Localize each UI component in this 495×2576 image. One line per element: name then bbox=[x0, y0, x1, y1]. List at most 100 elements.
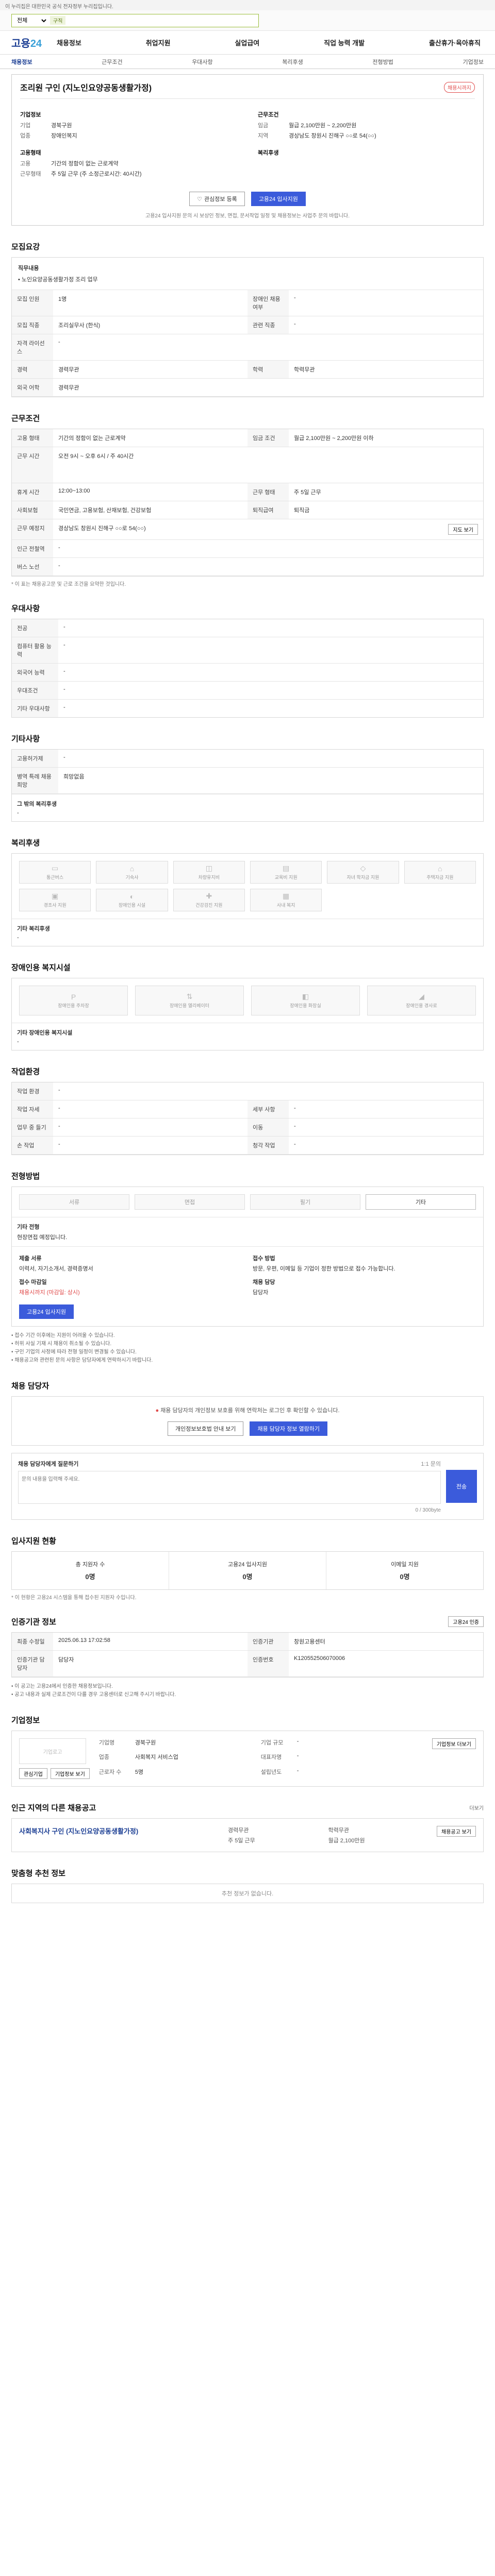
status-heading: 입사지원 현황 bbox=[11, 1537, 56, 1546]
home-fund-icon: ⌂ bbox=[438, 864, 442, 873]
nav-support[interactable]: 취업지원 bbox=[146, 38, 171, 47]
disability-etc: 기타 장애인용 복지시설 - bbox=[12, 1023, 483, 1050]
company-logo: 기업로고 bbox=[19, 1738, 86, 1764]
job-title: 조리원 구인 (지노인요양공동생활가정) bbox=[20, 84, 152, 93]
cell-key: 관련 직종 bbox=[248, 316, 289, 334]
cell-value: - bbox=[63, 686, 65, 692]
cell-key: 컴퓨터 활용 능력 bbox=[12, 637, 58, 663]
cell-key: 외국어 능력 bbox=[12, 664, 58, 681]
env-heading: 작업환경 bbox=[11, 1067, 40, 1076]
privacy-guide-button[interactable]: 개인정보보호법 안내 보기 bbox=[168, 1421, 244, 1436]
cell-key: 인근 전철역 bbox=[12, 540, 53, 558]
save-button[interactable]: ♡ 관심정보 등록 bbox=[189, 192, 245, 206]
company-more-button[interactable]: 기업정보 더보기 bbox=[432, 1738, 476, 1749]
sub-value: - bbox=[17, 935, 19, 941]
footer-spacer bbox=[11, 1903, 484, 1924]
cell-value: - bbox=[53, 1118, 248, 1137]
job-description: 직무내용 • 노인요양공동생활가정 조리 업무 bbox=[12, 258, 483, 290]
welfare-tile: ◇ 자녀 학자금 지원 bbox=[327, 861, 399, 884]
nav-leave[interactable]: 출산휴가·육아휴직 bbox=[429, 38, 481, 47]
cell-value: 주 5일 근무 bbox=[289, 483, 483, 501]
work-location-cell: 경상남도 창원시 진해구 ○○로 54(○○) 지도 보기 bbox=[53, 519, 483, 540]
nav-training[interactable]: 직업 능력 개발 bbox=[324, 38, 365, 47]
cell-key: 전공 bbox=[12, 619, 58, 637]
step-interview: 면접 bbox=[135, 1194, 245, 1210]
tab-company[interactable]: 기업정보 bbox=[463, 58, 483, 66]
apply-button[interactable]: 고용24 입사지원 bbox=[251, 192, 306, 206]
selection-detail: 제출 서류 이력서, 자기소개서, 경력증명서 접수 마감일 채용시까지 (마감… bbox=[12, 1246, 483, 1326]
kv-key: 고용 bbox=[20, 161, 31, 167]
disability-heading: 장애인용 복지시설 bbox=[11, 963, 71, 972]
cert-button[interactable]: 고용24 인증 bbox=[448, 1616, 484, 1627]
cell-value: - bbox=[289, 1118, 483, 1137]
kv-value: 기간의 정함이 없는 근로계약 bbox=[51, 161, 119, 167]
etc-heading: 기타사항 bbox=[11, 735, 40, 743]
kv-key: 기업 bbox=[20, 123, 31, 129]
search-bar: 전체 구직 bbox=[0, 10, 495, 31]
inquiry-textarea[interactable] bbox=[18, 1471, 441, 1504]
tab-welfare[interactable]: 복리후생 bbox=[282, 58, 303, 66]
cell-value: - bbox=[63, 668, 65, 674]
cell-value: - bbox=[63, 704, 65, 710]
map-button[interactable]: 지도 보기 bbox=[448, 524, 478, 535]
cell-value: - bbox=[63, 624, 65, 630]
cap-icon: ◇ bbox=[360, 864, 366, 872]
recruit-table: 직무내용 • 노인요양공동생활가정 조리 업무 모집 인원 1명 장애인 채용 여부… bbox=[11, 257, 484, 397]
selection-heading: 전형방법 bbox=[11, 1172, 40, 1181]
qual-heading: 고용형태 bbox=[20, 150, 41, 156]
site-logo[interactable]: 고용24 bbox=[11, 35, 57, 50]
status-count: 0명 bbox=[400, 1573, 410, 1581]
status-box: 총 지원자 수 0명 고용24 입사지원 0명 이메일 지원 0명 bbox=[11, 1551, 484, 1590]
view-contact-button[interactable]: 채용 담당자 정보 열람하기 bbox=[250, 1421, 327, 1436]
nav-jobs[interactable]: 채용정보 bbox=[57, 38, 81, 47]
company-right: 기업정보 더보기 bbox=[432, 1738, 476, 1779]
meta-item: 경력무관 bbox=[228, 1827, 249, 1834]
info-table: 최종 수정일 2025.06.13 17:02:58 인증기관 창원고용센터 인증기관… bbox=[11, 1632, 484, 1677]
cell-value: - bbox=[63, 754, 65, 760]
search-scope-select[interactable]: 전체 bbox=[12, 16, 48, 24]
tab-preference[interactable]: 우대사항 bbox=[192, 58, 212, 66]
cell-key: 자격 라이선스 bbox=[12, 334, 53, 361]
welfare-tile: ✚ 건강검진 지원 bbox=[173, 889, 245, 911]
inquiry-box: 채용 담당자에게 질문하기 1:1 문의 0 / 300byte 전송 bbox=[11, 1453, 484, 1520]
disability-tile: P 장애인용 주차장 bbox=[19, 986, 128, 1015]
cell-key: 외국 어학 bbox=[12, 379, 53, 397]
step-label: 필기 bbox=[300, 1199, 311, 1206]
cell-key: 세부 사항 bbox=[248, 1100, 289, 1118]
company-heading: 기업정보 bbox=[11, 1716, 40, 1725]
cell-value: - bbox=[53, 558, 483, 576]
cell-key: 장애인 채용 여부 bbox=[248, 290, 289, 316]
step-etc: 기타 bbox=[366, 1194, 476, 1210]
cell-value: - bbox=[296, 1753, 299, 1759]
tile-label: 기숙사 bbox=[125, 874, 139, 880]
tab-recruit[interactable]: 채용정보 bbox=[11, 58, 32, 66]
tab-selection[interactable]: 전형방법 bbox=[372, 58, 393, 66]
summary-right: 근무조건 임금 월급 2,100만원 ~ 2,200만원 지역 경상남도 창원시 진… bbox=[258, 103, 475, 179]
gov-banner-text: 이 누리집은 대한민국 공식 전자정부 누리집입니다. bbox=[5, 4, 113, 10]
search-input[interactable] bbox=[65, 14, 258, 27]
wheelchair-icon: ◐ bbox=[129, 892, 135, 901]
note-item: 이 공고는 고용24에서 인증한 채용정보입니다. bbox=[11, 1683, 484, 1691]
related-more-link[interactable]: 더보기 bbox=[469, 1804, 484, 1811]
related-card[interactable]: 사회복지사 구인 (지노인요양공동생활가정) 경력무관 학력무관 주 5일 근무… bbox=[11, 1818, 484, 1852]
info-heading: 인증기관 정보 bbox=[11, 1618, 56, 1626]
cell-key: 인증기관 bbox=[248, 1633, 289, 1651]
wage-row: 임금 월급 2,100만원 ~ 2,200만원 bbox=[258, 121, 475, 131]
company-left: 기업로고 관심기업 기업정보 보기 bbox=[19, 1738, 90, 1779]
recruit-grid: 모집 인원 1명 장애인 채용 여부 - 모집 직종 조리실무사 (한식) 관련 직종 - … bbox=[12, 290, 483, 397]
tile-label: 자녀 학자금 지원 bbox=[346, 875, 380, 880]
cell-value: - bbox=[53, 1137, 248, 1155]
follow-company-button[interactable]: 관심기업 bbox=[19, 1768, 47, 1779]
summary-left: 기업정보 기업 경북구원 업종 장애인복지 고용형태 고용 기간의 정함이 없는 근로… bbox=[20, 103, 237, 179]
tab-conditions[interactable]: 근무조건 bbox=[102, 58, 122, 66]
nav-benefit[interactable]: 실업급여 bbox=[235, 38, 259, 47]
related-title[interactable]: 사회복지사 구인 (지노인요양공동생활가정) bbox=[19, 1826, 218, 1836]
company-info-button[interactable]: 기업정보 보기 bbox=[50, 1768, 90, 1779]
cell-key: 업무 중 들기 bbox=[12, 1118, 53, 1137]
apply-button-2[interactable]: 고용24 입사지원 bbox=[19, 1304, 74, 1319]
send-button[interactable]: 전송 bbox=[446, 1470, 477, 1503]
search-box: 전체 구직 bbox=[11, 13, 259, 27]
meta-item: 월급 2,100만원 bbox=[328, 1838, 365, 1844]
cell-value: 경상남도 창원시 진해구 ○○로 54(○○) bbox=[58, 526, 146, 532]
related-view-button[interactable]: 채용공고 보기 bbox=[437, 1826, 476, 1837]
